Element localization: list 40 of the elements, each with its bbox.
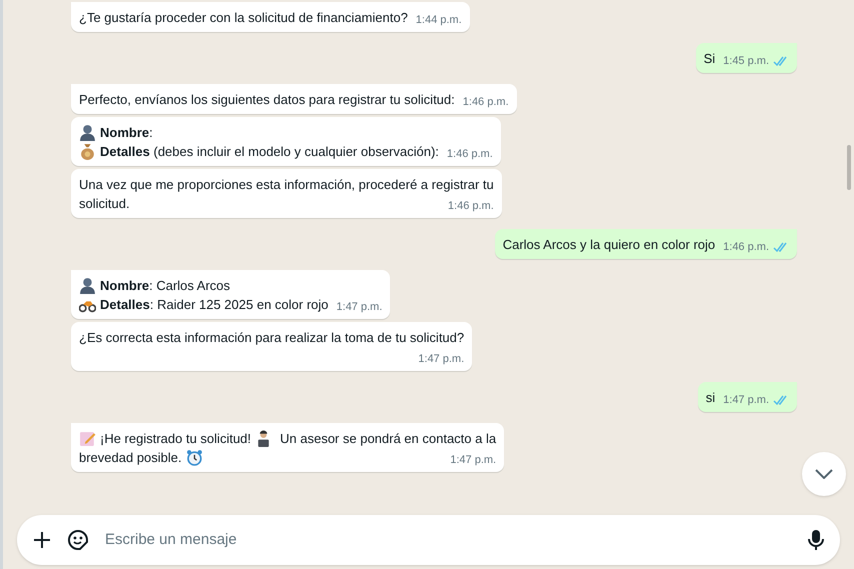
message-text: Carlos Arcos y la quiero en color rojo <box>502 236 716 254</box>
message-text: Perfecto, envíanos los siguientes datos para registrar tu solicitud: <box>79 91 455 109</box>
message-text: Detalles: Raider 125 2025 en color rojo <box>100 296 328 314</box>
plus-icon[interactable] <box>33 531 51 549</box>
message-text: Detalles (debes incluir el modelo y cualquier observación): <box>100 143 439 161</box>
memo-icon <box>79 430 96 447</box>
message-input[interactable]: Escribe un mensaje <box>105 528 792 552</box>
message-text: Si <box>704 50 716 68</box>
message-time: 1:46 p.m. <box>723 240 769 255</box>
person-icon <box>79 277 96 294</box>
message-time: 1:47 p.m. <box>336 300 382 315</box>
message-text: ¿Te gustaría proceder con la solicitud de financiamiento? <box>79 9 408 27</box>
alarm-clock-icon <box>186 449 203 466</box>
message-time: 1:47 p.m. <box>418 352 464 367</box>
message-text: ¡He registrado tu solicitud! <box>100 430 252 448</box>
double-check-icon <box>773 395 789 406</box>
message-text: solicitud. <box>79 195 130 213</box>
chevron-down-icon <box>815 469 833 479</box>
message-time: 1:44 p.m. <box>416 13 462 28</box>
message-time: 1:46 p.m. <box>446 147 493 162</box>
message-text: Una vez que me proporciones esta información, procederé a registrar tu <box>79 176 494 194</box>
message-text: brevedad posible. <box>79 449 182 467</box>
message-field[interactable]: Escribe un mensaje <box>17 515 840 565</box>
double-check-icon <box>773 56 789 67</box>
message-time: 1:47 p.m. <box>723 393 769 408</box>
message-time: 1:47 p.m. <box>450 453 496 468</box>
message-text: Un asesor se pondrá en contacto a la <box>280 430 496 448</box>
message-text: Nombre: <box>100 124 153 142</box>
person-icon <box>79 124 96 141</box>
sticker-icon[interactable] <box>67 529 89 551</box>
double-check-icon <box>773 242 789 253</box>
message-text: si <box>706 389 716 407</box>
microphone-icon[interactable] <box>808 529 824 551</box>
message-text: Nombre: Carlos Arcos <box>100 277 230 295</box>
message-text: ¿Es correcta esta información para realizar la toma de tu solicitud? <box>79 329 464 347</box>
message-time: 1:46 p.m. <box>448 199 494 214</box>
scrollbar[interactable] <box>847 145 851 190</box>
message-time: 1:46 p.m. <box>462 95 509 110</box>
scroll-down-button[interactable] <box>802 452 846 496</box>
message-time: 1:45 p.m. <box>723 54 769 69</box>
